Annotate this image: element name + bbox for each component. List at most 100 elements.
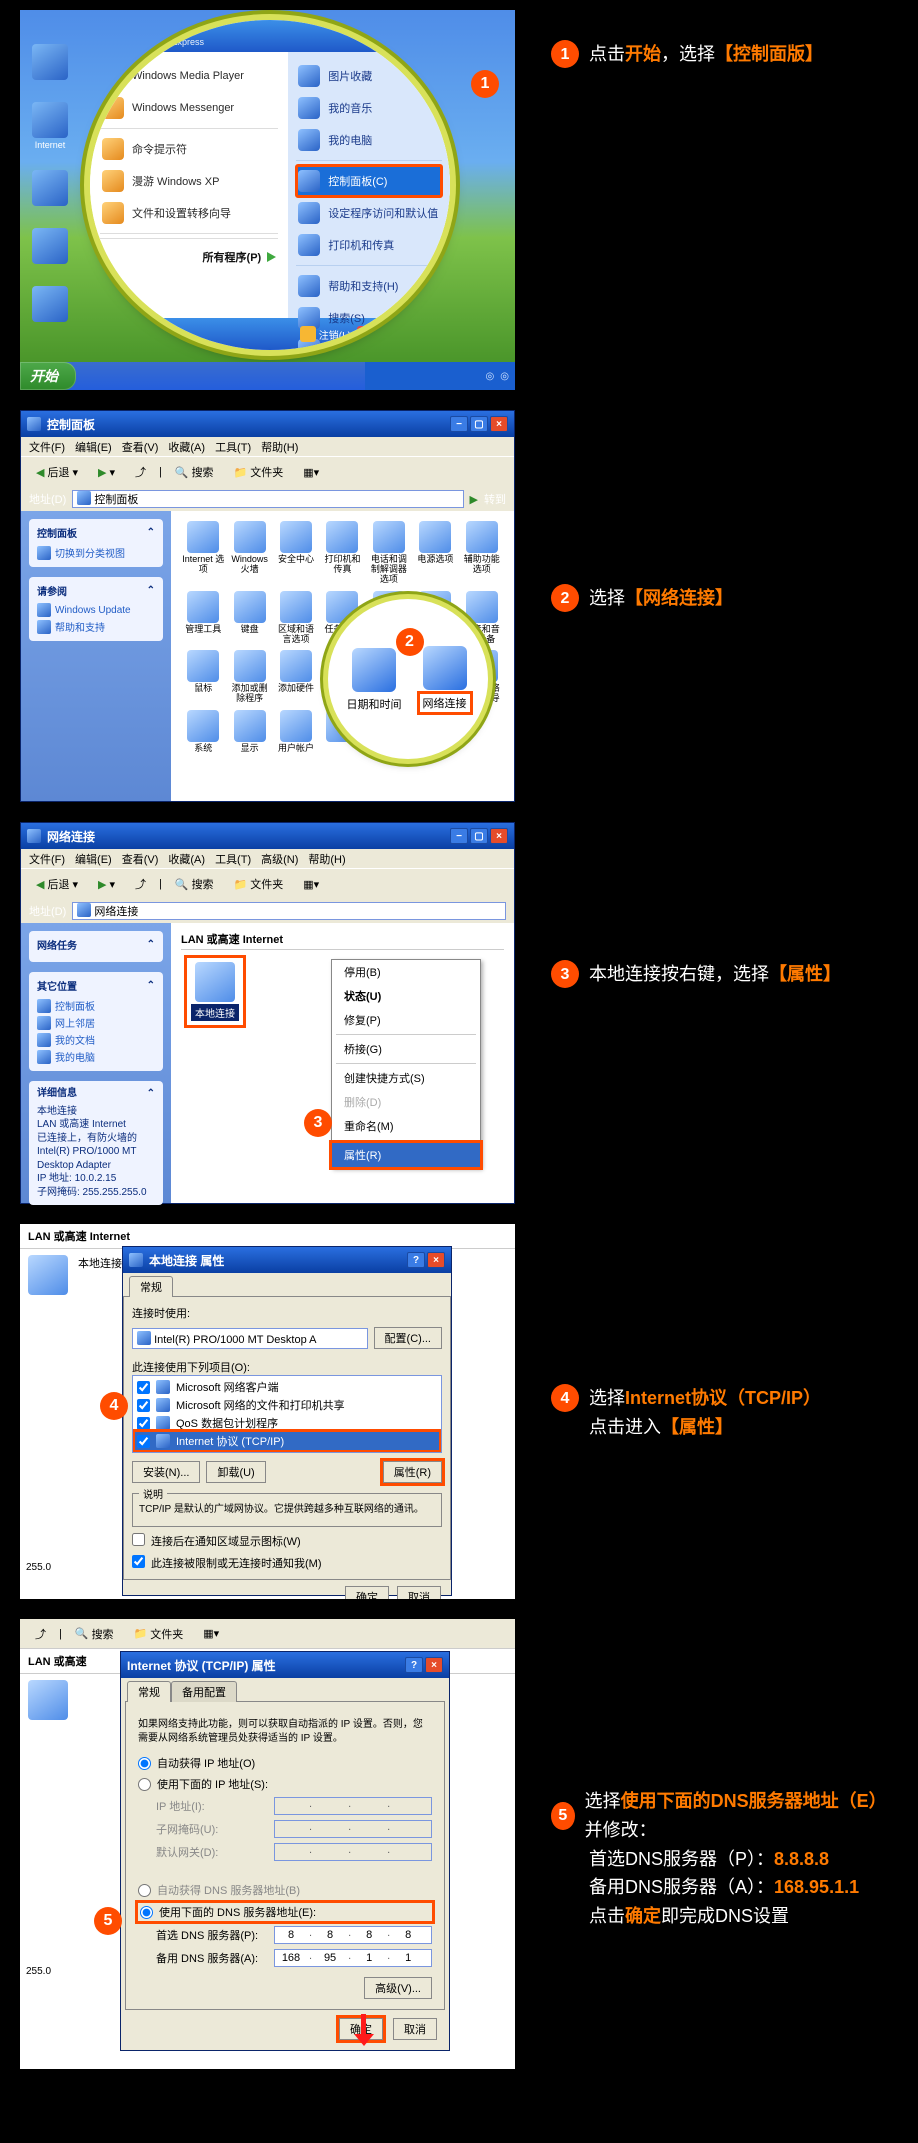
sm-item[interactable]: Windows Messenger [100, 92, 278, 124]
close-button[interactable]: × [425, 1657, 443, 1673]
back-button[interactable]: ◀后退▾ [29, 461, 85, 483]
radio-manual-dns[interactable]: 使用下面的 DNS 服务器地址(E): [138, 1903, 432, 1921]
addr-input[interactable]: 网络连接 [72, 902, 506, 920]
back-button[interactable]: ◀后退▾ [29, 873, 85, 895]
menu-help[interactable]: 帮助(H) [261, 439, 298, 455]
folders-button[interactable]: 📁 文件夹 [127, 1623, 191, 1645]
menu-fav[interactable]: 收藏(A) [168, 439, 205, 455]
ctx-repair[interactable]: 修复(P) [332, 1008, 480, 1032]
link[interactable]: 我的文档 [37, 1031, 155, 1048]
radio-manual-ip[interactable]: 使用下面的 IP 地址(S): [138, 1776, 432, 1792]
ctx-status[interactable]: 状态(U) [332, 984, 480, 1008]
sm-item[interactable]: 我的电脑 [296, 124, 442, 156]
close-button[interactable]: × [490, 828, 508, 844]
cp-icon[interactable]: 键盘 [227, 591, 271, 645]
cp-icon[interactable]: 系统 [181, 710, 225, 754]
mag-item-datetime[interactable]: 日期和时间 [347, 648, 402, 712]
ctx-bridge[interactable]: 桥接(G) [332, 1037, 480, 1061]
list-item[interactable]: QoS 数据包计划程序 [135, 1414, 439, 1432]
uninstall-button[interactable]: 卸载(U) [206, 1461, 265, 1483]
install-button[interactable]: 安装(N)... [132, 1461, 200, 1483]
tab-general[interactable]: 常规 [129, 1276, 173, 1297]
sm-item[interactable]: 图片收藏 [296, 60, 442, 92]
start-button[interactable]: 开始 [20, 362, 76, 390]
folders-button[interactable]: 📁 文件夹 [227, 461, 291, 483]
addr-input[interactable]: 控制面板 [72, 490, 463, 508]
chk-notify[interactable]: 此连接被限制或无连接时通知我(M) [132, 1555, 442, 1571]
search-button[interactable]: 🔍 搜索 [168, 461, 221, 483]
views-button[interactable]: ▦▾ [296, 875, 326, 894]
cp-icon[interactable]: 打印机和传真 [320, 521, 364, 585]
folders-button[interactable]: 📁 文件夹 [227, 873, 291, 895]
pdns-field[interactable]: . . . [274, 1926, 432, 1944]
cp-icon[interactable]: Internet 选项 [181, 521, 225, 585]
ctx-rename[interactable]: 重命名(M) [332, 1114, 480, 1138]
forward-button[interactable]: ▶▾ [91, 875, 122, 894]
link-winupdate[interactable]: Windows Update [37, 602, 155, 618]
cp-icon[interactable]: 用户帐户 [274, 710, 318, 754]
menu-file[interactable]: 文件(F) [29, 851, 65, 867]
forward-button[interactable]: ▶▾ [91, 463, 122, 482]
radio-auto-ip[interactable]: 自动获得 IP 地址(O) [138, 1755, 432, 1771]
views-button[interactable]: ▦▾ [196, 1624, 226, 1643]
cp-icon[interactable]: 管理工具 [181, 591, 225, 645]
cp-icon[interactable]: 添加或删除程序 [227, 650, 271, 704]
views-button[interactable]: ▦▾ [296, 463, 326, 482]
ctx-disable[interactable]: 停用(B) [332, 960, 480, 984]
cancel-button[interactable]: 取消 [397, 1586, 441, 1599]
minimize-button[interactable]: − [450, 416, 468, 432]
help-button[interactable]: ? [407, 1252, 425, 1268]
menu-adv[interactable]: 高级(N) [261, 851, 298, 867]
ok-button[interactable]: 确定 [345, 1586, 389, 1599]
radio-auto-dns[interactable]: 自动获得 DNS 服务器地址(B) [138, 1882, 432, 1898]
configure-button[interactable]: 配置(C)... [374, 1327, 442, 1349]
cp-icon[interactable]: 添加硬件 [274, 650, 318, 704]
minimize-button[interactable]: − [450, 828, 468, 844]
menu-tools[interactable]: 工具(T) [215, 851, 251, 867]
up-button[interactable]: ⤴ [28, 1623, 53, 1645]
cp-icon[interactable]: 区域和语言选项 [274, 591, 318, 645]
menu-view[interactable]: 查看(V) [122, 439, 159, 455]
menu-view[interactable]: 查看(V) [122, 851, 159, 867]
list-item-tcpip[interactable]: Internet 协议 (TCP/IP) [135, 1432, 439, 1450]
sm-item[interactable]: 漫游 Windows XP [100, 165, 278, 197]
chk-show-icon[interactable]: 连接后在通知区域显示图标(W) [132, 1533, 442, 1549]
sm-item[interactable]: 打印机和传真 [296, 229, 442, 261]
shutdown-button[interactable]: 关闭计算机 [357, 326, 426, 342]
cp-icon[interactable]: Windows 火墙 [227, 521, 271, 585]
sm-item[interactable]: Windows Media Player [100, 60, 278, 92]
local-connection[interactable]: 本地连接 [187, 958, 243, 1025]
adns-field[interactable]: . . . [274, 1949, 432, 1967]
sm-item[interactable]: 文件和设置转移向导 [100, 197, 278, 229]
cancel-button[interactable]: 取消 [393, 2018, 437, 2040]
switch-view-link[interactable]: 切换到分类视图 [37, 544, 155, 561]
cp-icon[interactable]: 显示 [227, 710, 271, 754]
up-button[interactable]: ⤴ [128, 461, 153, 483]
list-item[interactable]: Microsoft 网络的文件和打印机共享 [135, 1396, 439, 1414]
properties-button[interactable]: 属性(R) [383, 1461, 442, 1483]
link-helpsupport[interactable]: 帮助和支持 [37, 618, 155, 635]
sm-item[interactable]: 命令提示符 [100, 133, 278, 165]
go-button[interactable]: 转到 [484, 491, 506, 507]
up-button[interactable]: ⤴ [128, 873, 153, 895]
maximize-button[interactable]: ▢ [470, 416, 488, 432]
mag-item-network[interactable]: 2 网络连接 [420, 646, 470, 712]
menu-tools[interactable]: 工具(T) [215, 439, 251, 455]
tab-general[interactable]: 常规 [127, 1681, 171, 1702]
menu-file[interactable]: 文件(F) [29, 439, 65, 455]
ctx-delete[interactable]: 删除(D) [332, 1090, 480, 1114]
list-item[interactable]: Microsoft 网络客户端 [135, 1378, 439, 1396]
sm-item[interactable]: 帮助和支持(H) [296, 270, 442, 302]
help-button[interactable]: ? [405, 1657, 423, 1673]
cp-icon[interactable]: 安全中心 [274, 521, 318, 585]
cp-icon[interactable]: 电话和调制解调器选项 [367, 521, 411, 585]
cp-icon[interactable]: 电源选项 [413, 521, 457, 585]
sm-item-control-panel[interactable]: 控制面板(C) [296, 165, 442, 197]
cp-icon[interactable]: 辅助功能选项 [460, 521, 504, 585]
ctx-properties[interactable]: 属性(R) [332, 1143, 480, 1167]
close-button[interactable]: × [490, 416, 508, 432]
items-list[interactable]: Microsoft 网络客户端 Microsoft 网络的文件和打印机共享 Qo… [132, 1375, 442, 1453]
all-programs[interactable]: 所有程序(P) [100, 238, 278, 275]
search-button[interactable]: 🔍 搜索 [168, 873, 221, 895]
search-button[interactable]: 🔍 搜索 [68, 1623, 121, 1645]
